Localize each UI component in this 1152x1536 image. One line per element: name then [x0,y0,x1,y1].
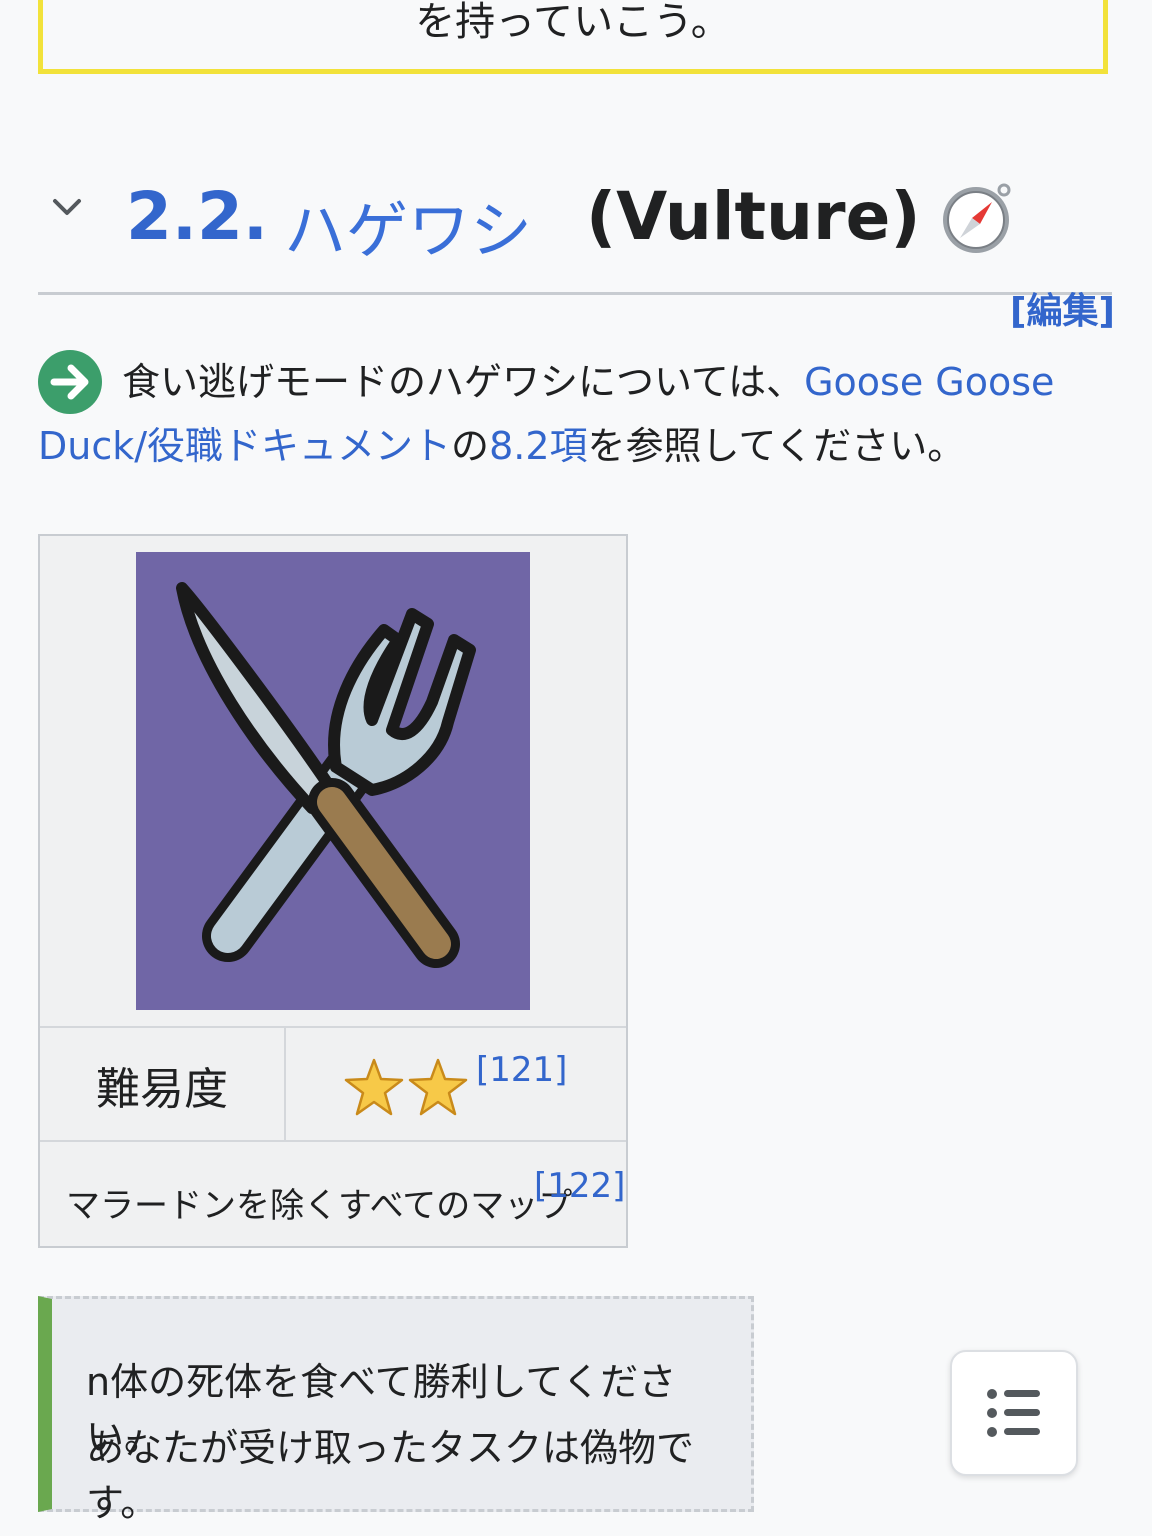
intro-text-2: の [451,424,490,468]
tip-box-text: を持っていこう。 [415,0,731,45]
list-icon [987,1389,1040,1437]
section-title: ハゲワシ [284,194,533,267]
section-subtitle: (Vulture) [586,178,921,255]
knife-and-fork-icon[interactable] [136,552,530,1010]
maps-ref-link[interactable]: [122] [534,1166,625,1206]
star-icon [344,1058,404,1116]
arrow-right-circle-icon [38,350,102,414]
section-heading: 2.2. ハゲワシ (Vulture) [38,170,1112,295]
maps-text: マラードンを除くすべてのマップ [66,1186,573,1226]
intro-text-3: を参照してください。 [587,424,966,468]
intro-paragraph: 食い逃げモードのハゲワシについては、Goose Goose Duck/役職ドキュ… [38,350,1114,478]
goal-line-2: あなたが受け取ったタスクは偽物です。 [86,1426,695,1525]
star-icon [408,1058,468,1116]
edit-link[interactable]: [編集] [1010,282,1115,334]
difficulty-row: 難易度 [121] [40,1026,626,1142]
difficulty-value: [121] [286,1028,626,1142]
difficulty-ref-link[interactable]: [121] [476,1050,567,1090]
intro-text-1: 食い逃げモードのハゲワシについては、 [122,360,805,404]
compass-icon [943,183,1011,253]
section-8-2-link[interactable]: 8.2項 [489,424,587,468]
chevron-down-icon[interactable] [52,192,82,222]
role-infobox: 難易度 [121] マラードンを除くすべてのマップ [122] [38,534,628,1248]
section-number: 2.2. [126,178,268,255]
goal-box: n体の死体を食べて勝利してください。 あなたが受け取ったタスクは偽物です。 [38,1296,754,1525]
difficulty-label: 難易度 [40,1028,286,1142]
maps-row: マラードンを除くすべてのマップ [122] [40,1140,626,1248]
table-of-contents-button[interactable] [950,1350,1078,1476]
tip-box: を持っていこう。 [38,0,1108,74]
